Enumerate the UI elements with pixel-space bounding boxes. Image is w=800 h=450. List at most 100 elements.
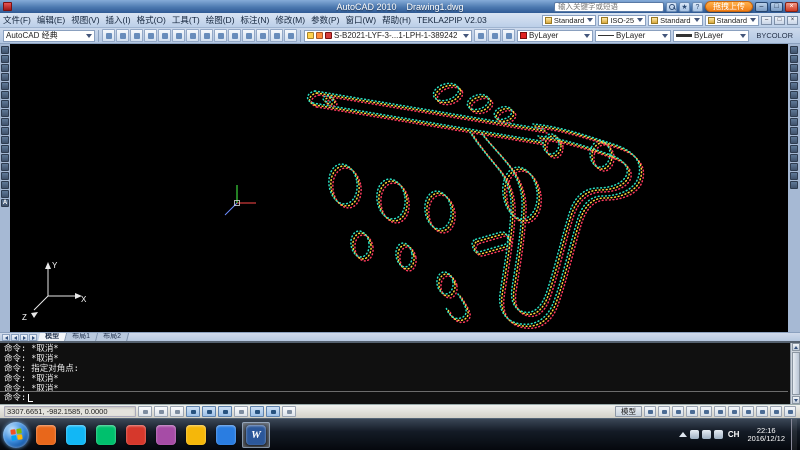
command-scrollbar[interactable]	[790, 343, 800, 404]
polyline-icon[interactable]	[1, 64, 9, 72]
trim-icon[interactable]	[790, 127, 798, 135]
qnew-icon[interactable]	[102, 29, 115, 42]
browser-app-icon[interactable]	[212, 422, 240, 448]
multiline-text-icon[interactable]: A	[1, 199, 9, 207]
dyn-toggle[interactable]	[250, 406, 264, 417]
doc-restore-button[interactable]: □	[774, 16, 785, 25]
language-indicator[interactable]: CH	[726, 430, 742, 439]
properties-icon[interactable]	[284, 29, 297, 42]
make-block-icon[interactable]	[1, 154, 9, 162]
menu-item[interactable]: 参数(P)	[308, 14, 342, 26]
layer-states-icon[interactable]	[488, 29, 501, 42]
start-button[interactable]	[3, 422, 29, 448]
menu-item[interactable]: 修改(M)	[272, 14, 308, 26]
polygon-icon[interactable]	[1, 73, 9, 81]
tab-next-icon[interactable]	[20, 334, 28, 341]
grid-toggle[interactable]	[154, 406, 168, 417]
table-style-select[interactable]: Standard	[648, 15, 702, 26]
region-icon[interactable]	[1, 181, 9, 189]
maximize-button[interactable]: □	[770, 2, 783, 12]
scroll-up-icon[interactable]	[792, 343, 800, 351]
tab-prev-icon[interactable]	[11, 334, 19, 341]
steering-wheel-icon[interactable]	[700, 406, 712, 417]
revision-cloud-icon[interactable]	[1, 109, 9, 117]
show-desktop-button[interactable]	[791, 419, 797, 450]
menu-item[interactable]: 工具(T)	[169, 14, 203, 26]
save-icon[interactable]	[130, 29, 143, 42]
offset-icon[interactable]	[790, 73, 798, 81]
menu-item[interactable]: 窗口(W)	[342, 14, 379, 26]
chamfer-icon[interactable]	[790, 163, 798, 171]
menu-item[interactable]: 绘图(D)	[203, 14, 238, 26]
close-button[interactable]: ×	[785, 2, 798, 12]
minimize-button[interactable]: –	[755, 2, 768, 12]
move-icon[interactable]	[790, 91, 798, 99]
tab-model[interactable]: 模型	[38, 333, 67, 342]
hatch-icon[interactable]	[1, 172, 9, 180]
infocenter-search-input[interactable]	[554, 2, 664, 12]
video-app-icon[interactable]	[92, 422, 120, 448]
point-icon[interactable]	[1, 163, 9, 171]
pan-icon[interactable]	[256, 29, 269, 42]
menu-item[interactable]: 视图(V)	[68, 14, 102, 26]
lineweight-select[interactable]: ByLayer	[673, 30, 749, 42]
dim-style-select[interactable]: ISO-25	[598, 15, 646, 26]
drag-upload-button[interactable]: 拖拽上传	[705, 1, 753, 12]
show-motion-icon[interactable]	[714, 406, 726, 417]
spline-icon[interactable]	[1, 118, 9, 126]
tab-layout2[interactable]: 布局2	[96, 333, 129, 342]
scroll-down-icon[interactable]	[792, 396, 800, 404]
undo-icon[interactable]	[228, 29, 241, 42]
copy-icon[interactable]	[186, 29, 199, 42]
doc-minimize-button[interactable]: –	[761, 16, 772, 25]
line-icon[interactable]	[1, 46, 9, 54]
erase-icon[interactable]	[790, 46, 798, 54]
color-select[interactable]: ByLayer	[517, 30, 593, 42]
scroll-thumb[interactable]	[792, 352, 800, 395]
extend-icon[interactable]	[790, 136, 798, 144]
snap-toggle[interactable]	[138, 406, 152, 417]
network-tray-icon[interactable]	[690, 430, 699, 439]
fillet-icon[interactable]	[790, 172, 798, 180]
doc-close-button[interactable]: ×	[787, 16, 798, 25]
lineweight-toggle[interactable]	[266, 406, 280, 417]
tab-last-icon[interactable]	[29, 334, 37, 341]
stretch-icon[interactable]	[790, 118, 798, 126]
osnap-toggle[interactable]	[202, 406, 216, 417]
zoom-tool-icon[interactable]	[686, 406, 698, 417]
text-style-select[interactable]: Standard	[542, 15, 596, 26]
menu-item[interactable]: 帮助(H)	[379, 14, 414, 26]
show-hidden-icons[interactable]	[679, 432, 687, 437]
favorites-star-icon[interactable]: ★	[679, 2, 690, 12]
otrack-toggle[interactable]	[218, 406, 232, 417]
clean-screen-icon[interactable]	[784, 406, 796, 417]
zoom-icon[interactable]	[270, 29, 283, 42]
match-properties-icon[interactable]	[214, 29, 227, 42]
taskbar-clock[interactable]: 22:16 2016/12/12	[744, 427, 788, 443]
workspace-switch-icon[interactable]	[756, 406, 768, 417]
menu-item[interactable]: 插入(I)	[103, 14, 134, 26]
volume-tray-icon[interactable]	[702, 430, 711, 439]
workspace-select[interactable]: AutoCAD 经典	[3, 30, 95, 42]
join-icon[interactable]	[790, 154, 798, 162]
menu-item[interactable]: 文件(F)	[0, 14, 34, 26]
ortho-toggle[interactable]	[170, 406, 184, 417]
drawing-canvas[interactable]: Y X Z	[10, 44, 788, 332]
menu-item[interactable]: 标注(N)	[238, 14, 273, 26]
model-space-button[interactable]: 模型	[615, 406, 642, 417]
annotation-visibility-icon[interactable]	[742, 406, 754, 417]
tab-layout1[interactable]: 布局1	[65, 333, 98, 342]
menu-item[interactable]: 格式(O)	[134, 14, 169, 26]
quick-properties-toggle[interactable]	[282, 406, 296, 417]
make-current-icon[interactable]	[502, 29, 515, 42]
mleader-style-select[interactable]: Standard	[705, 15, 759, 26]
command-input[interactable]: 命令:	[0, 391, 788, 404]
table-icon[interactable]	[1, 190, 9, 198]
circle-icon[interactable]	[1, 100, 9, 108]
linetype-select[interactable]: ByLayer	[595, 30, 671, 42]
firefox-app-icon[interactable]	[32, 422, 60, 448]
music-app-icon[interactable]	[182, 422, 210, 448]
pan-tool-icon[interactable]	[672, 406, 684, 417]
tab-first-icon[interactable]	[2, 334, 10, 341]
qq-app-icon[interactable]	[62, 422, 90, 448]
